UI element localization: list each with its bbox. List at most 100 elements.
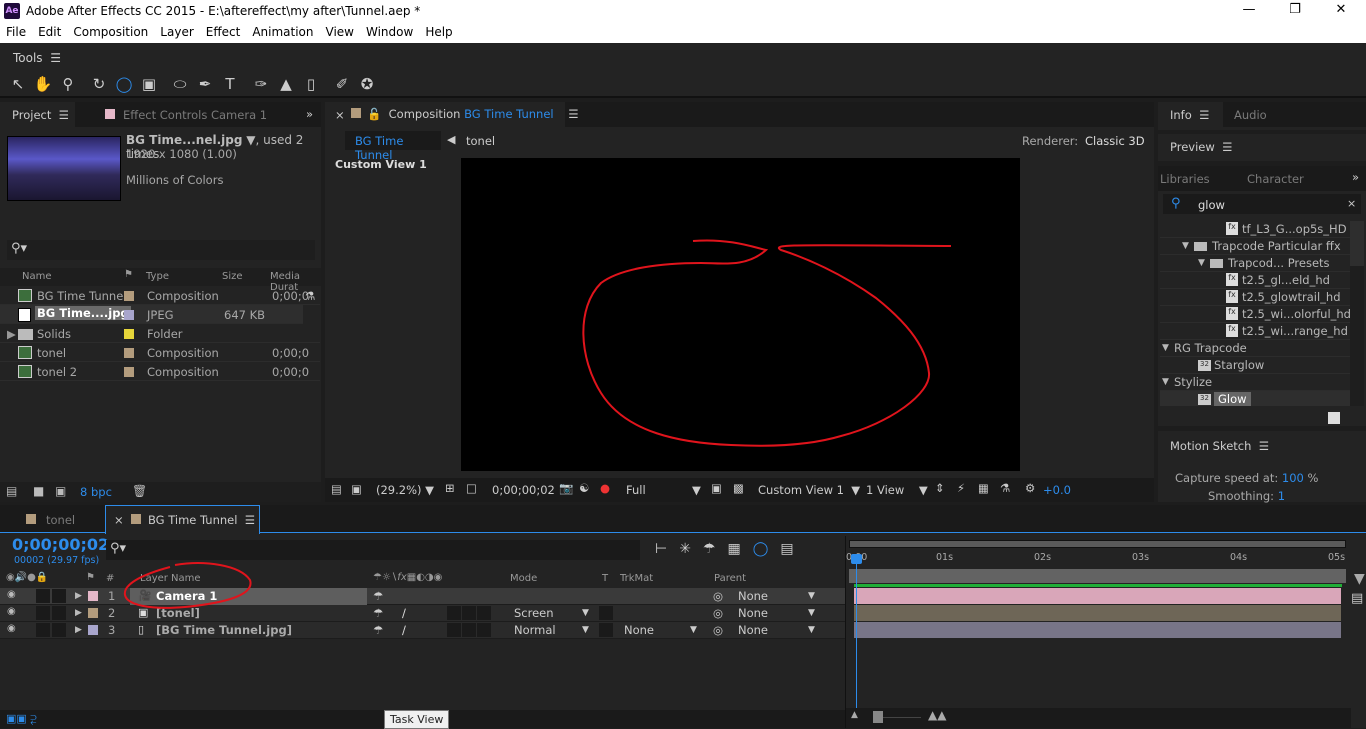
eye-icon[interactable]: ◉ (7, 606, 16, 617)
pen-icon[interactable]: ✒ (195, 75, 215, 93)
frame-blending-icon[interactable]: ▦ (728, 541, 741, 557)
lock-switch[interactable] (52, 623, 66, 637)
menu-effect[interactable]: Effect (200, 22, 247, 43)
project-search-input[interactable]: ⚲▾ (7, 240, 315, 260)
eye-icon[interactable]: ◉ (7, 623, 16, 634)
new-folder-icon[interactable]: ■ (33, 484, 44, 498)
tree-item[interactable]: fx t2.5_glowtrail_hd (1160, 289, 1350, 306)
shy-switch-icon[interactable]: ☂ (373, 623, 383, 637)
region-of-interest-icon[interactable]: ▣ (711, 481, 722, 495)
breadcrumb-tonel[interactable]: tonel (466, 134, 495, 148)
tab-preview[interactable]: Preview ☰ (1170, 140, 1232, 154)
tab-timeline-bg-time-tunnel[interactable]: × BG Time Tunnel ☰ (114, 513, 255, 527)
menu-layer[interactable]: Layer (154, 22, 199, 43)
tab-effect-controls[interactable]: Effect Controls Camera 1 (105, 108, 267, 122)
comp-button-icon[interactable]: ▤ (1351, 591, 1363, 606)
view-dropdown[interactable]: Custom View 1 ▼ (758, 483, 860, 497)
camera-orbit-icon[interactable]: ◯ (114, 75, 134, 93)
label-color-swatch[interactable] (88, 591, 98, 601)
parent-dropdown[interactable]: None (738, 606, 768, 620)
zoom-slider[interactable]: ▲ ▲▲ (846, 708, 1351, 728)
new-composition-icon[interactable]: ▣ (55, 484, 66, 498)
reset-exposure-icon[interactable]: ⚙ (1025, 481, 1035, 495)
layer-row[interactable]: ◉ ▶ 3 ▯ [BG Time Tunnel.jpg] ☂ ∕ Normal ▼ None ▼ ◎ N… (0, 622, 845, 639)
shy-switch-icon[interactable]: ☂ (373, 589, 383, 603)
expand-arrow-icon[interactable]: ▶ (75, 591, 82, 601)
current-time[interactable]: 0;00;00;02 (492, 483, 555, 497)
minimize-button[interactable]: — (1234, 2, 1264, 17)
type-icon[interactable]: T (220, 75, 240, 93)
exposure-value[interactable]: +0.0 (1043, 483, 1071, 497)
flowchart-icon[interactable]: ⚗ (1000, 481, 1010, 495)
solo-switch[interactable] (36, 606, 50, 620)
selection-icon[interactable]: ↖ (8, 75, 28, 93)
preserve-transparency-switch[interactable] (599, 623, 613, 637)
pan-behind-icon[interactable]: ▣ (139, 75, 159, 93)
tree-item[interactable]: fx tf_L3_G...op5s_HD (1160, 221, 1350, 238)
tree-item[interactable]: fx t2.5_wi...range_hd (1160, 323, 1350, 340)
close-tab-icon[interactable]: × (335, 108, 345, 122)
mode-dropdown[interactable]: Normal (514, 623, 556, 637)
tree-item[interactable]: ▼ Trapcod... Presets (1160, 255, 1350, 272)
tab-project[interactable]: Project ☰ (12, 108, 69, 122)
project-item[interactable]: BG Time Tunnel Composition 0;00;0 ⚗ (0, 286, 320, 305)
time-navigator[interactable] (849, 540, 1346, 548)
smoothing-value[interactable]: 1 (1278, 489, 1285, 503)
tab-character[interactable]: Character (1247, 172, 1304, 186)
brush-icon[interactable]: ✑ (251, 75, 271, 93)
transparency-grid-icon[interactable]: ▩ (733, 481, 744, 495)
interpret-footage-icon[interactable]: ▤ (6, 484, 17, 498)
effects-search-input[interactable]: ⚲ glow × (1163, 194, 1361, 214)
expand-arrow-icon[interactable]: ▶ (75, 608, 82, 618)
mask-visibility-icon[interactable]: □ (466, 481, 477, 495)
magnification-dropdown[interactable]: (29.2%) ▼ (376, 483, 434, 497)
solo-switch[interactable] (36, 589, 50, 603)
clone-stamp-icon[interactable]: ▲ (276, 75, 296, 93)
shy-switch-icon[interactable]: ☂ (373, 606, 383, 620)
tree-item[interactable]: 32 Glow (1160, 391, 1350, 406)
menu-composition[interactable]: Composition (67, 22, 154, 43)
parent-dropdown[interactable]: None (738, 589, 768, 603)
clear-search-icon[interactable]: × (1347, 197, 1356, 210)
menu-animation[interactable]: Animation (246, 22, 319, 43)
project-item-selected[interactable]: BG Time....jpg JPEG 647 KB (0, 305, 303, 324)
tab-libraries[interactable]: Libraries (1160, 172, 1210, 186)
tree-item[interactable]: ▼ Stylize (1160, 374, 1350, 391)
project-item[interactable]: ▶ Solids Folder (0, 324, 320, 343)
label-color-swatch[interactable] (88, 625, 98, 635)
current-time-indicator[interactable] (856, 556, 857, 708)
composition-viewer[interactable] (461, 158, 1020, 471)
layer-switches-toggle-icon[interactable]: ▣▣ ⥻ (6, 712, 37, 726)
roto-brush-icon[interactable]: ✐ (332, 75, 352, 93)
new-preset-icon[interactable] (1328, 412, 1340, 424)
show-snapshot-icon[interactable]: ☯ (579, 481, 589, 495)
toggle-pixel-aspect-icon[interactable]: ⇕ (935, 481, 945, 495)
eye-icon[interactable]: ◉ (7, 589, 16, 600)
maximize-button[interactable]: ❐ (1280, 2, 1310, 17)
tree-item[interactable]: ▼ Trapcode Particular ffx (1160, 238, 1350, 255)
layer-duration-bar[interactable] (854, 605, 1341, 621)
capture-speed-value[interactable]: 100 (1282, 471, 1304, 485)
tab-composition[interactable]: 🔓 Composition BG Time Tunnel ☰ (351, 107, 579, 121)
tree-item[interactable]: 32 Starglow (1160, 357, 1350, 374)
eraser-icon[interactable]: ▯ (301, 75, 321, 93)
lock-switch[interactable] (52, 606, 66, 620)
ellipse-icon[interactable]: ⬭ (170, 75, 190, 93)
panel-overflow-icon[interactable]: » (1352, 170, 1359, 184)
monitor-icon[interactable]: ▣ (351, 482, 362, 496)
zoom-icon[interactable]: ⚲ (58, 75, 78, 93)
pick-whip-icon[interactable]: ◎ (713, 623, 723, 637)
pick-whip-icon[interactable]: ◎ (713, 606, 723, 620)
pick-whip-icon[interactable]: ◎ (713, 589, 723, 603)
breadcrumb-bg-time-tunnel[interactable]: BG Time Tunnel (345, 131, 441, 162)
solo-switch[interactable] (36, 623, 50, 637)
shy-layers-icon[interactable]: ☂ (703, 541, 716, 557)
playhead-handle[interactable] (851, 554, 862, 564)
puppet-pin-icon[interactable]: ✪ (357, 75, 377, 93)
label-color-swatch[interactable] (88, 608, 98, 618)
trash-icon[interactable]: 🗑 (132, 484, 147, 498)
draft-3d-icon[interactable]: ✳ (679, 541, 691, 557)
scrollbar[interactable] (1350, 221, 1364, 406)
snapshot-icon[interactable]: 📷 (559, 481, 573, 495)
time-ruler[interactable]: 0:0001s02s03s04s05s (846, 550, 1356, 568)
